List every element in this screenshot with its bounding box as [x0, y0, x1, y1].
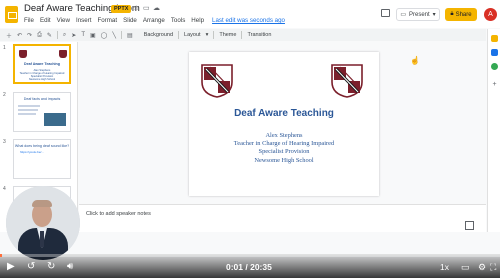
forward-5-icon[interactable]: ↻	[47, 261, 55, 273]
rewind-5-icon[interactable]: ↺	[27, 261, 35, 273]
mouse-pointer-icon: ☝	[410, 56, 420, 65]
progress-bar[interactable]	[0, 254, 500, 257]
menu-format[interactable]: Format	[97, 17, 117, 24]
toolbar-transition[interactable]: Transition	[247, 32, 271, 38]
title-bar: Deaf Aware Teaching Loom PPTX ☆ ▭ ☁ File…	[0, 0, 500, 28]
toolbar-divider	[178, 31, 180, 39]
slide-title[interactable]: Deaf Aware Teaching	[189, 108, 379, 119]
thumb-link: https://youtu.be/...	[20, 150, 44, 154]
slide-thumbnail-3[interactable]: What does being deaf sound like? https:/…	[13, 139, 71, 179]
school-crest-icon	[19, 50, 27, 58]
slide-number: 2	[3, 92, 6, 98]
speaker-notes-placeholder[interactable]: Click to add speaker notes	[86, 211, 151, 217]
toolbar-divider	[56, 31, 58, 39]
playback-speed[interactable]: 1x	[440, 262, 449, 272]
text-box-icon[interactable]: T	[81, 32, 85, 38]
slide-number: 3	[3, 139, 6, 145]
image-icon[interactable]: ▣	[90, 32, 96, 39]
comment-add-icon[interactable]: ▤	[127, 32, 133, 39]
presenter-tie	[40, 231, 44, 247]
menu-insert[interactable]: Insert	[76, 17, 91, 24]
paint-format-icon[interactable]: ✎	[47, 32, 52, 39]
menu-file[interactable]: File	[24, 17, 34, 24]
presenter-hair	[32, 200, 52, 207]
star-icon[interactable]: ☆	[133, 4, 139, 12]
thumb-text-line	[18, 109, 38, 111]
move-folder-icon[interactable]: ▭	[143, 4, 150, 12]
menu-help[interactable]: Help	[191, 17, 204, 24]
thumb-title: Deaf Aware Teaching	[24, 62, 60, 66]
speaker-notes-panel[interactable]: Click to add speaker notes	[79, 204, 486, 232]
menu-view[interactable]: View	[57, 17, 70, 24]
play-icon[interactable]: ▶	[7, 261, 15, 273]
select-cursor-icon[interactable]: ➤	[71, 32, 76, 39]
thumb-line: Newsome High School	[28, 78, 56, 81]
time-display: 0:01 / 20:35	[226, 262, 272, 272]
thumb-text-line	[18, 105, 40, 107]
zoom-icon[interactable]: ⌕	[63, 32, 66, 39]
fullscreen-icon[interactable]: ⛶	[490, 261, 496, 273]
chevron-down-icon: ▾	[205, 32, 209, 38]
menu-bar: File Edit View Insert Format Slide Arran…	[24, 17, 285, 24]
thumb-title: What does being deaf sound like?	[14, 144, 70, 148]
menu-slide[interactable]: Slide	[123, 17, 137, 24]
slides-logo-icon[interactable]	[5, 6, 18, 23]
share-label: Share	[455, 11, 472, 18]
progress-fill	[0, 254, 2, 257]
webcam-bubble[interactable]	[6, 186, 80, 260]
cloud-status-icon[interactable]: ☁	[153, 4, 160, 12]
line-icon[interactable]: ╲	[112, 32, 116, 39]
share-button[interactable]: 🔒︎ Share	[445, 8, 477, 21]
menu-arrange[interactable]: Arrange	[143, 17, 165, 24]
comment-icon[interactable]	[381, 9, 390, 17]
last-edit-link[interactable]: Last edit was seconds ago	[212, 17, 285, 24]
print-icon[interactable]: ⎙	[37, 32, 42, 39]
tasks-icon[interactable]	[491, 49, 498, 56]
menu-tools[interactable]: Tools	[171, 17, 185, 24]
toolbar-theme[interactable]: Theme	[219, 32, 236, 38]
account-avatar[interactable]: A	[484, 8, 497, 21]
school-crest-icon	[59, 50, 67, 58]
thumb-text-line	[18, 113, 36, 115]
lock-icon: 🔒︎	[450, 11, 454, 17]
present-label: Present	[408, 11, 430, 18]
explore-icon[interactable]	[465, 221, 474, 230]
undo-icon[interactable]: ↶	[17, 32, 22, 39]
school-crest-icon	[331, 64, 363, 98]
present-icon: ▭	[400, 12, 406, 18]
slide-number: 1	[3, 45, 6, 51]
presenter-role: Teacher in Charge of Hearing Impaired	[233, 140, 335, 148]
menu-edit[interactable]: Edit	[40, 17, 51, 24]
add-on-plus-icon[interactable]: +	[491, 81, 498, 88]
shape-icon[interactable]: ◯	[101, 32, 108, 39]
side-panel-rail: +	[487, 29, 500, 232]
slide-thumbnail-1[interactable]: Deaf Aware Teaching Alex Stephens Teache…	[13, 44, 71, 84]
slide-thumbnail-2[interactable]: Deaf facts and impacts	[13, 92, 71, 132]
toolbar: ＋ ↶ ↷ ⎙ ✎ ⌕ ➤ T ▣ ◯ ╲ ▤ Background Layou…	[0, 29, 486, 41]
volume-icon[interactable]: 🔊︎	[67, 261, 73, 273]
keep-icon[interactable]	[491, 35, 498, 42]
slide-body[interactable]: Alex Stephens Teacher in Charge of Heari…	[189, 132, 379, 165]
school-name: Newsome High School	[254, 156, 314, 164]
redo-icon[interactable]: ↷	[27, 32, 32, 39]
toolbar-background[interactable]: Background	[144, 32, 173, 38]
thumb-image	[44, 113, 66, 126]
toolbar-layout[interactable]: Layout	[184, 32, 201, 38]
toolbar-divider	[213, 31, 215, 39]
new-slide-icon[interactable]: ＋	[6, 31, 12, 40]
thumb-title: Deaf facts and impacts	[23, 97, 61, 101]
settings-gear-icon[interactable]: ⚙	[478, 261, 486, 273]
school-crest-icon	[201, 64, 233, 98]
toolbar-divider	[241, 31, 243, 39]
presenter-name: Alex Stephens	[265, 132, 303, 139]
file-type-badge: PPTX	[111, 5, 132, 13]
present-button[interactable]: ▭ Present ▾	[396, 8, 440, 21]
chevron-down-icon: ▾	[432, 12, 436, 18]
captions-icon[interactable]: ▭	[461, 261, 470, 273]
current-slide[interactable]: Deaf Aware Teaching Alex Stephens Teache…	[189, 52, 379, 196]
toolbar-divider	[121, 31, 123, 39]
contacts-icon[interactable]	[491, 63, 498, 70]
presenter-provision: Specialist Provision	[258, 148, 310, 156]
